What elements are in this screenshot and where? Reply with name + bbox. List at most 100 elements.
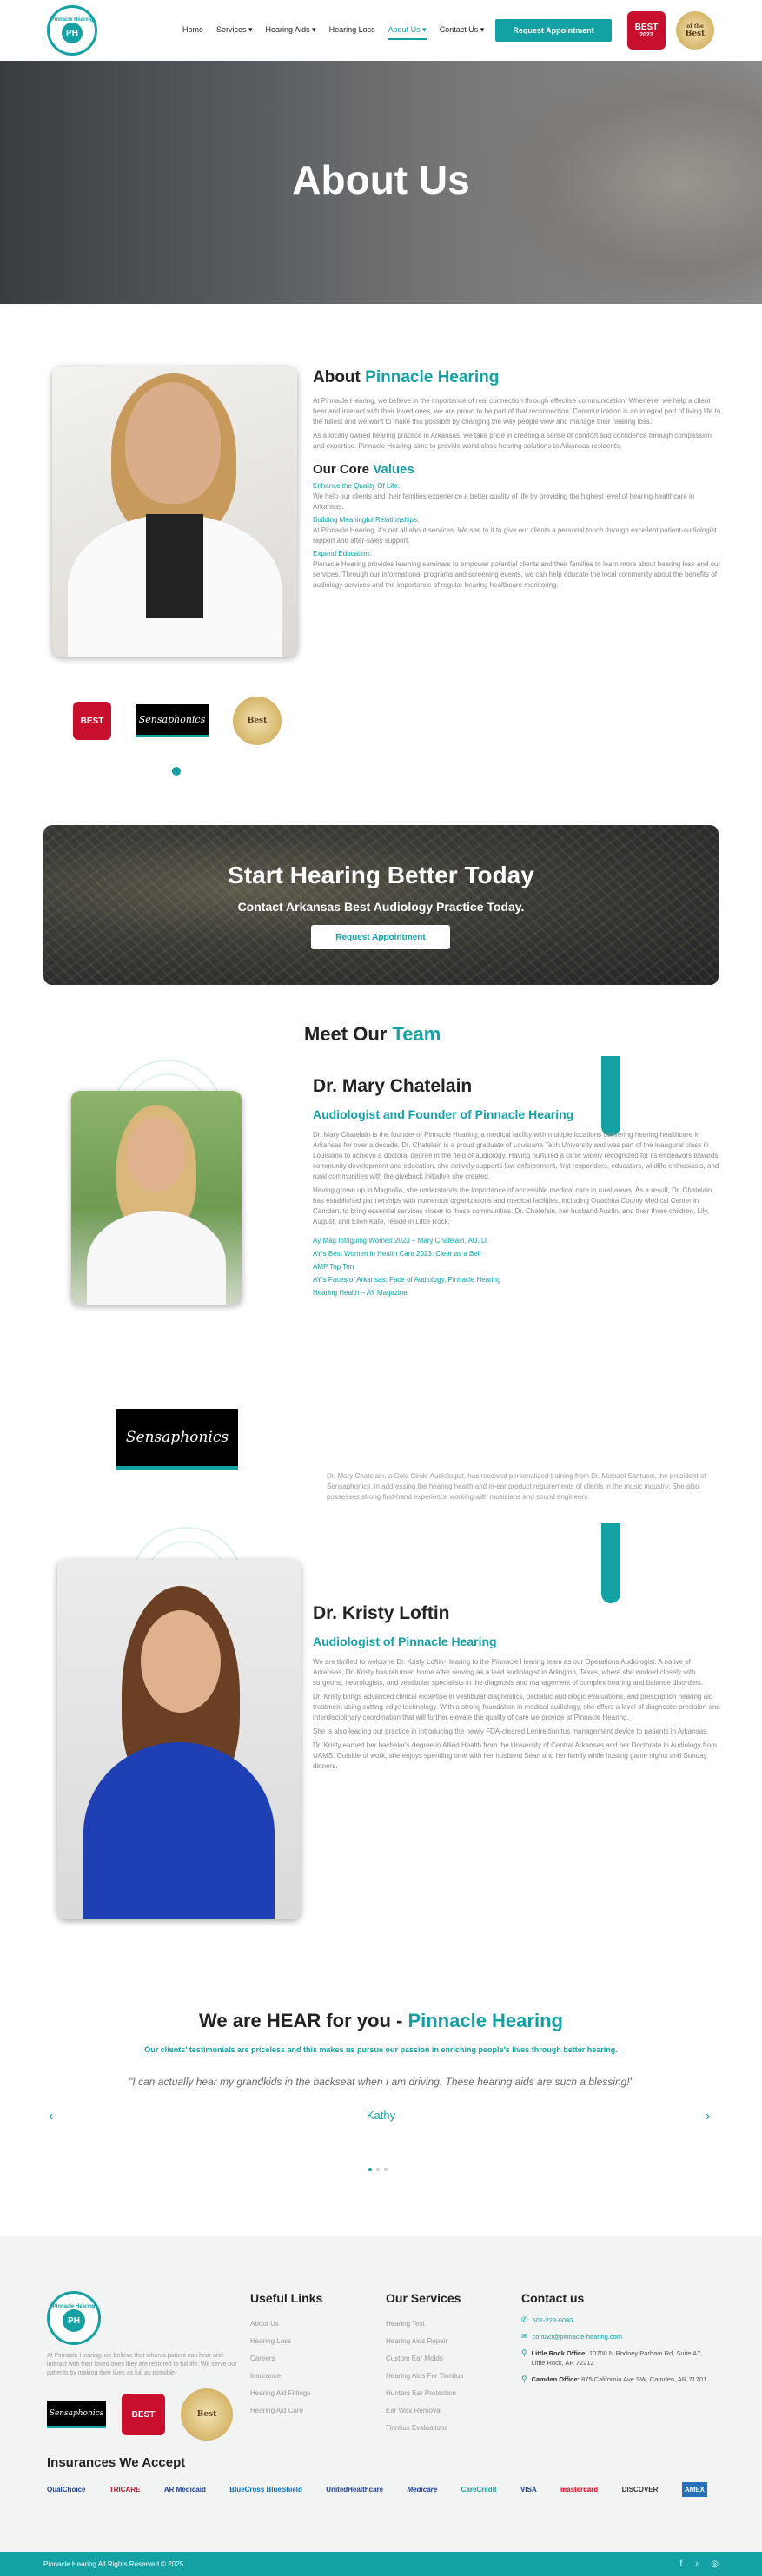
kristy-loftin-photo	[57, 1560, 301, 1919]
footer-logo[interactable]: Pinnacle Hearing PH	[47, 2291, 101, 2345]
testimonials-tagline: Our clients' testimonials are priceless …	[144, 2045, 618, 2054]
contact-email[interactable]: ✉ contact@pinnacle-hearing.com	[521, 2332, 712, 2342]
value-3-title: Expand Education:	[313, 550, 372, 558]
core-values-a: Our Core	[313, 462, 374, 477]
nav-home[interactable]: Home	[182, 25, 203, 40]
tiktok-icon[interactable]: ♪	[694, 2559, 699, 2569]
location-icon: ⚲	[521, 2348, 527, 2357]
footer-badges: Sensaphonics BEST Best	[47, 2388, 233, 2441]
footer-link[interactable]: Hearing Aids Repair	[386, 2333, 463, 2350]
email-text: contact@pinnacle-hearing.com	[532, 2333, 623, 2341]
services-heading: Our Services	[386, 2291, 461, 2305]
footer-best-of-badge-text: Best	[196, 2410, 217, 2419]
best-of-logo-text: Best	[247, 717, 268, 725]
services-column: Our Services Hearing Test Hearing Aids R…	[386, 2291, 463, 2437]
footer-link[interactable]: Hearing Aid Fittings	[250, 2385, 322, 2402]
footer-link[interactable]: Hearing Aids For Tinnitus	[386, 2368, 463, 2385]
about-paragraph-1: At Pinnacle Hearing, we believe in the i…	[313, 397, 721, 426]
footer-link[interactable]: Hunters Ear Protection	[386, 2385, 463, 2402]
mary-paragraph-1: Dr. Mary Chatelain is the founder of Pin…	[313, 1131, 719, 1180]
kristy-bio: Dr. Kristy Loftin Audiologist of Pinnacl…	[313, 1603, 721, 1775]
mary-chatelain-photo	[71, 1091, 242, 1305]
about-text: About Pinnacle Hearing At Pinnacle Heari…	[313, 368, 721, 594]
copyright-bar: Pinnacle Hearing All Rights Reserved © 2…	[0, 2552, 762, 2576]
mary-face	[127, 1117, 186, 1192]
nav-contact-us[interactable]: Contact Us ▾	[440, 25, 485, 40]
cta-banner: Start Hearing Better Today Contact Arkan…	[43, 825, 719, 985]
best-logo: BEST	[73, 702, 111, 740]
nav-hearing-loss[interactable]: Hearing Loss	[329, 25, 375, 40]
photo-shirt	[146, 514, 203, 618]
sensaphonics-logo-large: Sensaphonics	[116, 1409, 238, 1470]
footer-sensaphonics-logo: Sensaphonics	[47, 2401, 106, 2428]
testimonial-quote: "I can actually hear my grandkids in the…	[129, 2076, 633, 2088]
cta-title: Start Hearing Better Today	[228, 862, 534, 888]
kristy-face	[141, 1610, 221, 1713]
kristy-role: Audiologist of Pinnacle Hearing	[313, 1635, 497, 1648]
award-item[interactable]: Hearing Health – AY Magazine	[313, 1286, 721, 1299]
footer-link[interactable]: Hearing Loss	[250, 2333, 322, 2350]
carousel-dot[interactable]	[384, 2168, 388, 2171]
value-1-title: Enhance the Quality Of Life:	[313, 482, 401, 490]
nav-about-us[interactable]: About Us ▾	[388, 25, 427, 40]
footer-link[interactable]: Tinnitus Evaluations	[386, 2420, 463, 2437]
footer-best-badge: BEST	[122, 2394, 165, 2435]
award-item[interactable]: AMP Top Ten	[313, 1260, 721, 1273]
request-appointment-button[interactable]: Request Appointment	[495, 19, 612, 42]
footer-link[interactable]: Insurance	[250, 2368, 322, 2385]
copyright-text: Pinnacle Hearing All Rights Reserved © 2…	[43, 2559, 184, 2568]
carousel-dot[interactable]	[172, 767, 181, 776]
location-icon: ⚲	[521, 2375, 527, 2383]
insurer-logo: mastercard	[560, 2486, 599, 2493]
team-heading: Meet Our Team	[304, 1023, 441, 1046]
kristy-paragraph-4: Dr. Kristy earned her bachelor's degree …	[313, 1741, 717, 1770]
best-of-logo: Best	[233, 697, 282, 745]
insurer-logo: UnitedHealthcare	[326, 2486, 384, 2493]
footer-link[interactable]: Hearing Aid Care	[250, 2402, 322, 2420]
best-badge-year: 2023	[639, 32, 653, 38]
award-item[interactable]: Ay Mag Intriguing Women 2023 – Mary Chat…	[313, 1234, 721, 1247]
photo-face	[125, 382, 221, 504]
social-links: f ♪ ◎	[679, 2559, 719, 2569]
testimonial-dots	[368, 2168, 388, 2171]
insurer-logo: DISCOVER	[621, 2486, 659, 2493]
facebook-icon[interactable]: f	[679, 2559, 682, 2569]
carousel-dot[interactable]	[376, 2168, 380, 2171]
footer-link[interactable]: About Us	[250, 2315, 322, 2333]
about-heading-a: About	[313, 368, 366, 386]
prev-arrow-icon[interactable]: ‹	[49, 2109, 53, 2124]
footer-link[interactable]: Custom Ear Molds	[386, 2350, 463, 2368]
cta-request-appointment-button[interactable]: Request Appointment	[311, 925, 450, 949]
contact-column: Contact us ✆ 501-223-6080 ✉ contact@pinnac…	[521, 2291, 712, 2391]
about-heading-b: Pinnacle Hearing	[365, 368, 500, 386]
about-paragraph-2: As a locally owned hearing practice in A…	[313, 432, 712, 450]
footer-link[interactable]: Ear Wax Removal	[386, 2402, 463, 2420]
insurance-logos: QualChoice TRICARE AR Medicaid BlueCross…	[47, 2482, 707, 2497]
site-logo[interactable]: Pinnacle Hearing PH	[47, 5, 97, 56]
next-arrow-icon[interactable]: ›	[706, 2109, 710, 2124]
insurances-heading: Insurances We Accept	[47, 2455, 186, 2470]
testimonials-heading: We are HEAR for you - Pinnacle Hearing	[0, 2010, 762, 2032]
instagram-icon[interactable]: ◎	[711, 2559, 719, 2569]
footer-link[interactable]: Hearing Test	[386, 2315, 463, 2333]
nav-hearing-aids[interactable]: Hearing Aids ▾	[266, 25, 316, 40]
footer-link[interactable]: Careers	[250, 2350, 322, 2368]
decorative-bar	[601, 1523, 620, 1603]
award-item[interactable]: AY's Faces of Arkansas: Face of Audiolog…	[313, 1273, 721, 1286]
carousel-dot[interactable]	[368, 2168, 372, 2171]
contact-phone[interactable]: ✆ 501-223-6080	[521, 2315, 712, 2325]
useful-links-column: Useful Links About Us Hearing Loss Caree…	[250, 2291, 322, 2420]
nav-services[interactable]: Services ▾	[216, 25, 253, 40]
testimonials-heading-b: Pinnacle Hearing	[408, 2010, 563, 2031]
office2-address: 875 California Ave SW, Camden, AR 71701	[581, 2375, 707, 2383]
value-3-text: Pinnacle Hearing provides learning semin…	[313, 560, 721, 589]
best-of-badge-sub: of the	[686, 23, 704, 30]
award-item[interactable]: AY's Best Women in Health Care 2023: Cle…	[313, 1247, 721, 1260]
phone-icon: ✆	[521, 2315, 528, 2324]
best-of-badge-text: Best	[685, 29, 706, 38]
best-badge-text: BEST	[634, 23, 659, 32]
value-2-text: At Pinnacle Hearing, it's not all about …	[313, 526, 717, 545]
contact-heading: Contact us	[521, 2291, 585, 2305]
mary-bio: Dr. Mary Chatelain Audiologist and Found…	[313, 1076, 721, 1299]
kristy-paragraph-3: She is also leading our practice in intr…	[313, 1727, 709, 1735]
